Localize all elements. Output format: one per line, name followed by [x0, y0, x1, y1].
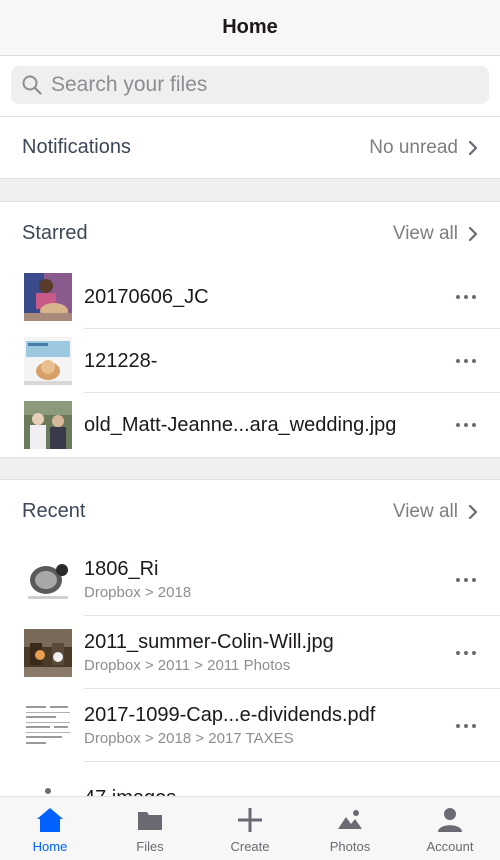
more-options-icon[interactable] — [446, 560, 486, 600]
plus-icon — [238, 808, 262, 832]
image-thumbnail — [24, 337, 72, 385]
recent-item[interactable]: 2011_summer-Colin-Will.jpg Dropbox > 201… — [0, 616, 500, 689]
tab-label: Home — [32, 839, 68, 854]
person-icon — [438, 808, 462, 832]
chevron-right-icon — [468, 226, 478, 241]
search-input[interactable] — [51, 73, 451, 97]
chevron-right-icon — [468, 504, 478, 519]
tab-files[interactable]: Files — [100, 797, 200, 860]
folder-icon — [138, 812, 162, 830]
view-all-link[interactable]: View all — [393, 223, 458, 245]
file-name: 2017-1099-Cap...e-dividends.pdf — [84, 704, 376, 726]
tab-label: Photos — [329, 839, 371, 854]
starred-item[interactable]: old_Matt-Jeanne...ara_wedding.jpg — [0, 393, 500, 457]
tab-label: Create — [230, 839, 270, 854]
chevron-right-icon — [468, 140, 478, 155]
file-name: 20170606_JC — [84, 285, 209, 308]
file-path: Dropbox > 2011 > 2011 Photos — [84, 657, 291, 674]
notifications-label: Notifications — [22, 136, 131, 158]
recent-header: Recent View all — [0, 479, 500, 543]
search-bar — [0, 56, 500, 116]
view-all-link[interactable]: View all — [393, 501, 458, 523]
starred-item[interactable]: 20170606_JC — [0, 265, 500, 329]
more-options-icon[interactable] — [446, 633, 486, 673]
tab-label: Account — [426, 839, 474, 854]
search-icon — [22, 75, 42, 95]
tab-create[interactable]: Create — [200, 797, 300, 860]
recent-label: Recent — [22, 500, 86, 522]
file-name: 1806_Ri — [84, 558, 159, 580]
page-title: Home — [222, 16, 278, 38]
document-thumbnail — [24, 701, 72, 750]
photos-icon — [338, 810, 362, 829]
file-name: 121228- — [84, 349, 158, 372]
image-thumbnail — [24, 628, 72, 677]
tab-home[interactable]: Home — [0, 797, 100, 860]
notifications-status: No unread — [369, 136, 458, 158]
image-thumbnail — [24, 273, 72, 321]
starred-header: Starred View all — [0, 201, 500, 265]
more-options-icon[interactable] — [446, 706, 486, 746]
image-thumbnail — [24, 401, 72, 449]
recent-item[interactable]: 1806_Ri Dropbox > 2018 — [0, 543, 500, 616]
file-name: old_Matt-Jeanne...ara_wedding.jpg — [84, 413, 397, 436]
tab-photos[interactable]: Photos — [300, 797, 400, 860]
file-path: Dropbox > 2018 — [84, 584, 192, 601]
tab-account[interactable]: Account — [400, 797, 500, 860]
recent-item[interactable]: 2017-1099-Cap...e-dividends.pdf Dropbox … — [0, 689, 500, 762]
image-thumbnail — [24, 555, 72, 604]
bottom-tab-bar: Home Files Create Photos Account — [0, 796, 500, 860]
more-options-icon[interactable] — [446, 405, 486, 445]
more-options-icon[interactable] — [446, 277, 486, 317]
notifications-row[interactable]: Notifications No unread — [0, 116, 500, 179]
home-icon — [37, 808, 63, 832]
section-divider — [0, 457, 500, 479]
search-box[interactable] — [11, 66, 489, 104]
tab-label: Files — [136, 839, 164, 854]
starred-label: Starred — [22, 222, 88, 244]
starred-item[interactable]: 121228- — [0, 329, 500, 393]
top-bar: Home — [0, 0, 500, 56]
recent-view-all[interactable]: View all — [393, 501, 478, 523]
file-name: 2011_summer-Colin-Will.jpg — [84, 631, 334, 653]
more-options-icon[interactable] — [446, 341, 486, 381]
starred-view-all[interactable]: View all — [393, 223, 478, 245]
section-divider — [0, 179, 500, 201]
file-path: Dropbox > 2018 > 2017 TAXES — [84, 730, 294, 747]
